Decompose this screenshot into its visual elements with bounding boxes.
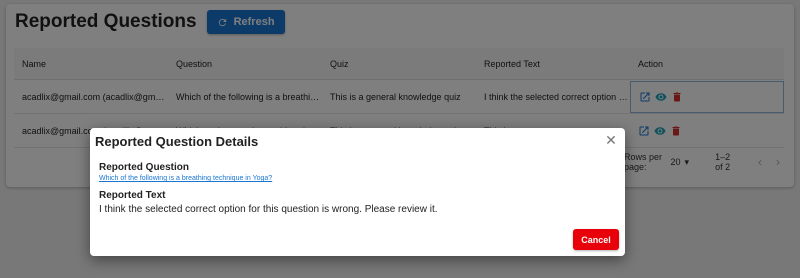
- close-icon[interactable]: ✕: [605, 133, 617, 147]
- reported-question-label: Reported Question: [99, 162, 190, 173]
- cancel-button[interactable]: Cancel: [573, 229, 619, 250]
- reported-question-dialog: Reported Question Details ✕ Reported Que…: [90, 128, 625, 256]
- dialog-title: Reported Question Details: [95, 134, 259, 149]
- reported-question-link[interactable]: Which of the following is a breathing te…: [99, 175, 272, 182]
- reported-text-value: I think the selected correct option for …: [99, 204, 438, 215]
- reported-text-label: Reported Text: [99, 190, 166, 201]
